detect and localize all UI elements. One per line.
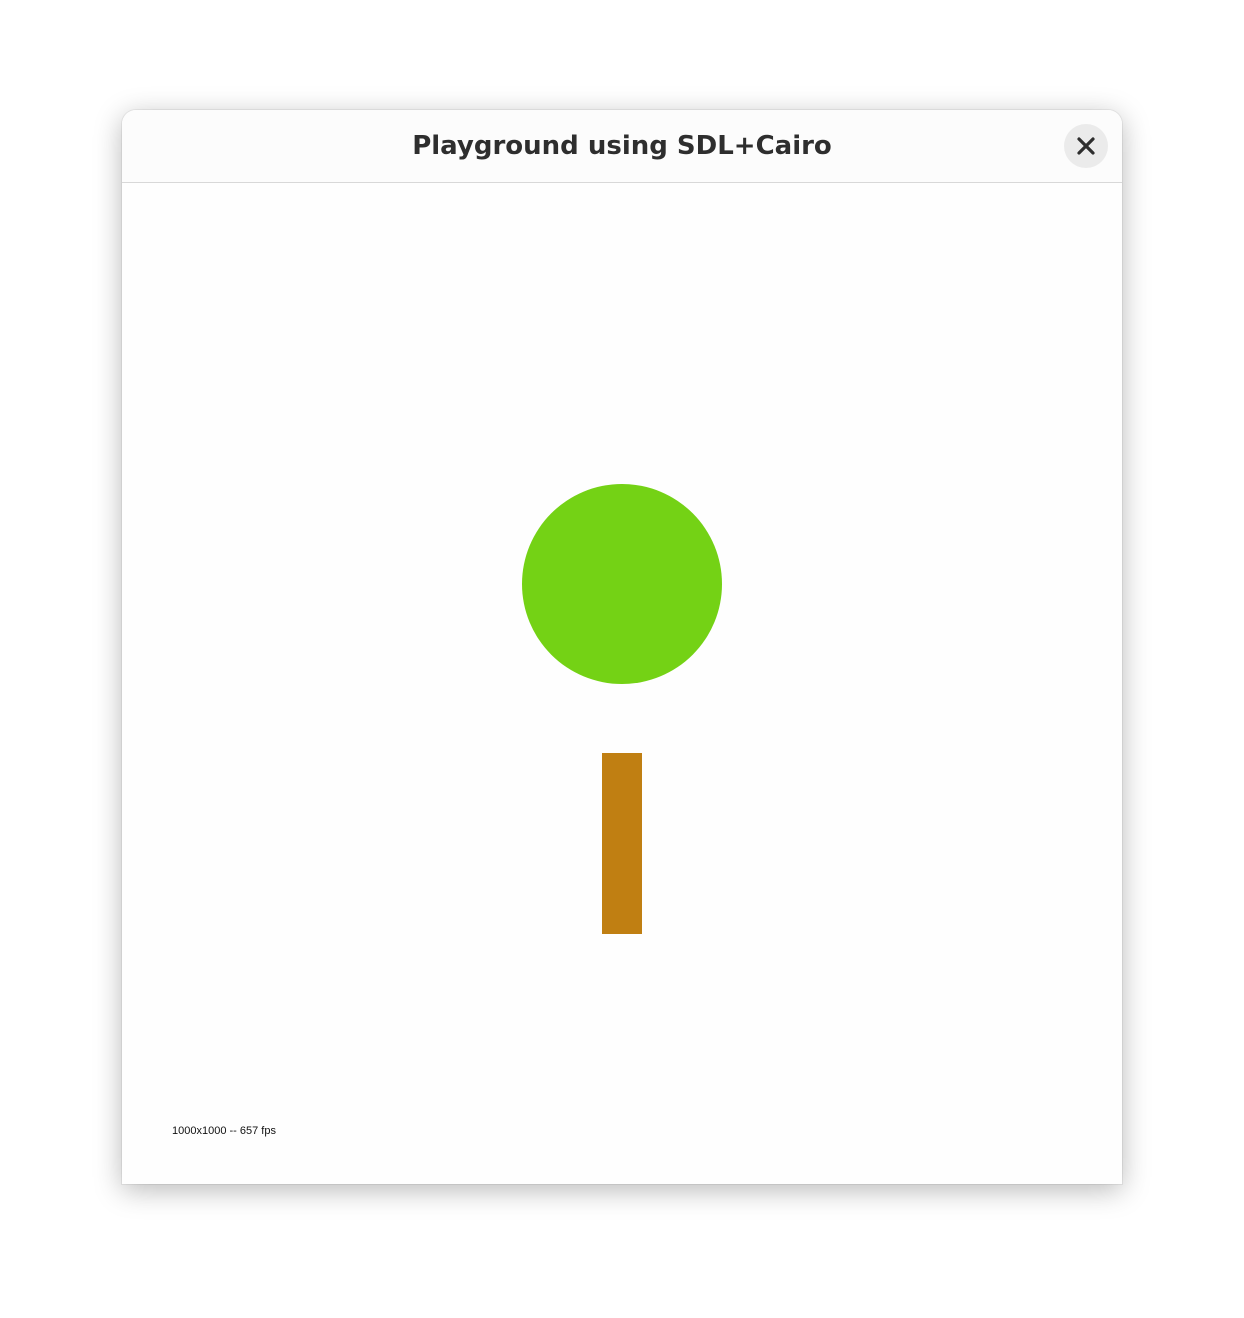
- close-button[interactable]: [1064, 124, 1108, 168]
- tree-crown: [522, 484, 722, 684]
- tree-trunk: [602, 753, 642, 934]
- drawing-canvas[interactable]: 1000x1000 -- 657 fps: [122, 183, 1122, 1184]
- window-title: Playground using SDL+Cairo: [412, 131, 832, 161]
- app-window: Playground using SDL+Cairo 1000x1000 -- …: [122, 110, 1122, 1184]
- fps-counter: 1000x1000 -- 657 fps: [172, 1125, 276, 1137]
- close-icon: [1077, 137, 1095, 155]
- title-bar[interactable]: Playground using SDL+Cairo: [122, 110, 1122, 183]
